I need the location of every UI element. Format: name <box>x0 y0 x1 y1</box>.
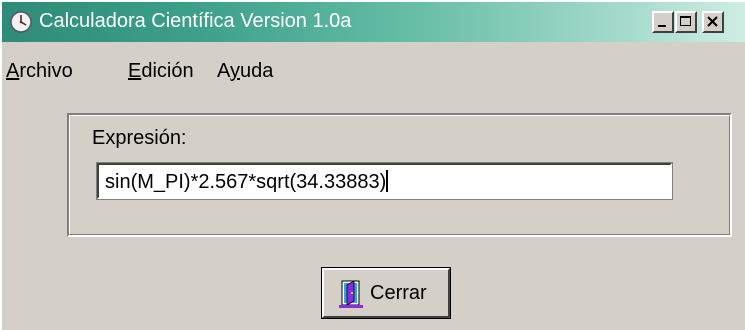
window-title: Calculadora Científica Version 1.0a <box>39 10 352 32</box>
title-bar[interactable]: Calculadora Científica Version 1.0a <box>2 2 745 42</box>
expression-value: sin(M_PI)*2.567*sqrt(34.33883) <box>105 171 387 193</box>
menu-edicion[interactable]: Edición <box>128 60 194 83</box>
clock-icon <box>10 11 32 33</box>
menu-archivo-accel: A <box>6 60 20 82</box>
maximize-button[interactable] <box>675 11 697 33</box>
close-window-button[interactable] <box>702 11 724 33</box>
menu-ayuda-label: uda <box>239 60 274 82</box>
expression-input-content: sin(M_PI)*2.567*sqrt(34.33883) <box>105 170 389 194</box>
menu-edicion-label: dición <box>141 60 194 82</box>
calculator-window: Calculadora Científica Version 1.0a Arch… <box>0 0 745 330</box>
expression-label: Expresión: <box>92 127 187 149</box>
close-icon <box>707 16 718 27</box>
text-caret <box>386 170 389 192</box>
menu-ayuda-accel: y <box>229 60 240 82</box>
minimize-button[interactable] <box>652 11 674 33</box>
menu-edicion-accel: E <box>128 60 142 82</box>
menu-ayuda[interactable]: Ayuda <box>217 60 273 83</box>
close-button[interactable]: Cerrar <box>321 267 451 319</box>
close-button-label: Cerrar <box>370 282 427 304</box>
door-exit-icon <box>339 280 363 308</box>
maximize-icon <box>680 16 691 26</box>
menu-bar: Archivo Edición Ayuda <box>2 60 745 86</box>
menu-ayuda-prefix: A <box>217 60 230 82</box>
expression-input[interactable]: sin(M_PI)*2.567*sqrt(34.33883) <box>96 162 673 200</box>
minimize-icon <box>658 25 666 27</box>
menu-archivo-label: rchivo <box>19 60 73 82</box>
menu-archivo[interactable]: Archivo <box>6 60 73 83</box>
